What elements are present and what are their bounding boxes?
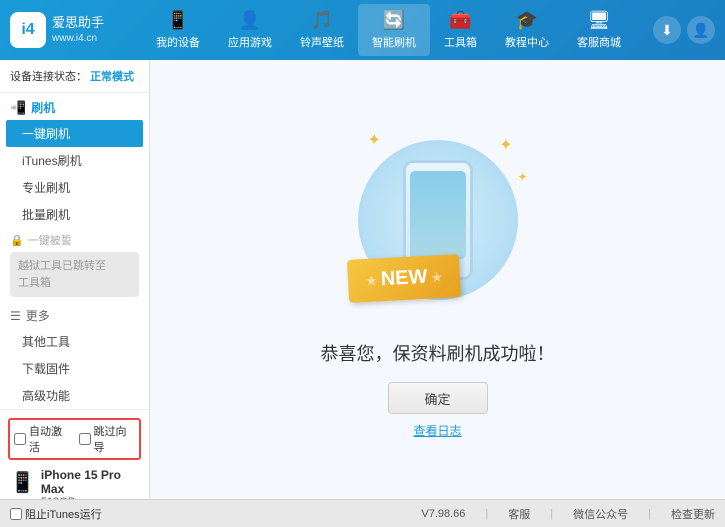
confirm-button[interactable]: 确定 — [388, 382, 488, 414]
nav-tutorial-icon: 🎓 — [516, 10, 538, 31]
logo: i4 爱思助手 www.i4.cn — [10, 12, 104, 48]
flash-section-header: 📲 刷机 — [0, 93, 149, 120]
sidebar-bottom: 自动激活 跳过向导 📱 iPhone 15 Pro Max 512GB iPho… — [0, 409, 149, 499]
header: i4 爱思助手 www.i4.cn 📱 我的设备 👤 应用游戏 🎵 铃声壁纸 🔄… — [0, 0, 725, 60]
status-itunes-label: 阻止iTunes运行 — [25, 506, 102, 522]
sidebar-status: 设备连接状态： 正常模式 — [0, 60, 149, 93]
sparkle-1: ✦ — [368, 130, 381, 150]
sidebar-item-advanced[interactable]: 高级功能 — [0, 382, 149, 409]
status-itunes-input[interactable] — [10, 508, 22, 520]
version: V7.98.66 — [421, 508, 465, 520]
nav-apps-games[interactable]: 👤 应用游戏 — [214, 4, 286, 56]
divider-3: | — [648, 508, 651, 520]
skip-guide-input[interactable] — [79, 433, 91, 445]
nav-my-device-icon: 📱 — [167, 10, 189, 31]
sidebar: 设备连接状态： 正常模式 📲 刷机 一键刷机 iTunes刷机 专业刷机 批量刷… — [0, 60, 150, 499]
auto-activate-input[interactable] — [14, 433, 26, 445]
app-url: www.i4.cn — [52, 32, 104, 45]
nav-flash-icon: 🔄 — [383, 10, 405, 31]
sparkle-2: ✦ — [499, 135, 512, 155]
disabled-text: 一键被誓 — [28, 232, 72, 248]
nav-merchant[interactable]: 🖥 客服商城 — [563, 4, 635, 56]
status-prefix: 设备连接状态： — [10, 71, 87, 83]
skip-guide-checkbox[interactable]: 跳过向导 — [79, 423, 136, 455]
check-update[interactable]: 检查更新 — [671, 506, 715, 522]
new-label: NEW — [380, 266, 428, 291]
nav-smart-flash[interactable]: 🔄 智能刷机 — [358, 4, 430, 56]
device-phone-icon: 📱 — [10, 470, 35, 495]
success-illustration: NEW ✦ ✦ ✦ — [338, 120, 538, 320]
skip-guide-label: 跳过向导 — [94, 423, 136, 455]
nav-my-device-label: 我的设备 — [156, 34, 200, 50]
wechat-public[interactable]: 微信公众号 — [573, 506, 628, 522]
customer-service[interactable]: 客服 — [508, 506, 530, 522]
nav-tutorial[interactable]: 🎓 教程中心 — [491, 4, 563, 56]
more-icon: ☰ — [10, 309, 21, 323]
one-key-flash-label: 一键刷机 — [22, 127, 70, 141]
auto-activate-checkbox[interactable]: 自动激活 — [14, 423, 71, 455]
lock-icon: 🔒 — [10, 234, 24, 247]
nav-ringtone-label: 铃声壁纸 — [300, 34, 344, 50]
nav-merchant-label: 客服商城 — [577, 34, 621, 50]
sidebar-item-pro-flash[interactable]: 专业刷机 — [0, 174, 149, 201]
flash-section-icon: 📲 — [10, 100, 26, 116]
content-area: NEW ✦ ✦ ✦ 恭喜您，保资料刷机成功啦！ 确定 查看日志 — [150, 60, 725, 499]
nav-apps-label: 应用游戏 — [228, 34, 272, 50]
more-section-header: ☰ 更多 — [0, 301, 149, 328]
header-right: ⬇ 👤 — [653, 16, 715, 44]
sidebar-item-download-firmware[interactable]: 下载固件 — [0, 355, 149, 382]
sidebar-item-one-key-flash[interactable]: 一键刷机 — [6, 120, 143, 147]
nav-toolbox-label: 工具箱 — [444, 34, 477, 50]
main-layout: 设备连接状态： 正常模式 📲 刷机 一键刷机 iTunes刷机 专业刷机 批量刷… — [0, 60, 725, 499]
nav-ringtone-icon: 🎵 — [311, 10, 333, 31]
sidebar-item-itunes-flash[interactable]: iTunes刷机 — [0, 147, 149, 174]
checkbox-row: 自动激活 跳过向导 — [8, 418, 141, 460]
app-name: 爱思助手 — [52, 15, 104, 32]
other-tools-label: 其他工具 — [22, 335, 70, 349]
status-bar: 阻止iTunes运行 V7.98.66 | 客服 | 微信公众号 | 检查更新 — [0, 499, 725, 527]
log-link[interactable]: 查看日志 — [413, 422, 461, 439]
disabled-label: 🔒 一键被誓 — [10, 232, 139, 248]
flash-section-label: 刷机 — [31, 99, 55, 116]
success-text: 恭喜您，保资料刷机成功啦！ — [321, 340, 555, 366]
nav-my-device[interactable]: 📱 我的设备 — [142, 4, 214, 56]
itunes-flash-label: iTunes刷机 — [22, 154, 82, 168]
device-info: 📱 iPhone 15 Pro Max 512GB iPhone — [8, 464, 141, 499]
logo-icon: i4 — [10, 12, 46, 48]
nav-apps-icon: 👤 — [239, 10, 261, 31]
disabled-section: 🔒 一键被誓 越狱工具已跳转至工具箱 — [0, 228, 149, 301]
divider-2: | — [550, 508, 553, 520]
nav-toolbox[interactable]: 🧰 工具箱 — [430, 4, 491, 56]
more-label: 更多 — [26, 307, 50, 324]
device-storage: 512GB — [41, 496, 139, 499]
new-banner: NEW — [346, 254, 460, 303]
logo-letter: i4 — [21, 21, 34, 39]
divider-1: | — [485, 508, 488, 520]
advanced-label: 高级功能 — [22, 389, 70, 403]
nav-toolbox-icon: 🧰 — [449, 10, 471, 31]
nav-merchant-icon: 🖥 — [588, 10, 611, 31]
auto-activate-label: 自动激活 — [29, 423, 71, 455]
sidebar-item-batch-flash[interactable]: 批量刷机 — [0, 201, 149, 228]
disabled-notice: 越狱工具已跳转至工具箱 — [10, 252, 139, 297]
phone-screen — [410, 171, 466, 259]
nav-bar: 📱 我的设备 👤 应用游戏 🎵 铃声壁纸 🔄 智能刷机 🧰 工具箱 🎓 教程中心… — [124, 4, 653, 56]
status-itunes-checkbox[interactable]: 阻止iTunes运行 — [10, 506, 102, 522]
status-mode: 正常模式 — [90, 71, 134, 83]
sidebar-item-other-tools[interactable]: 其他工具 — [0, 328, 149, 355]
device-text: iPhone 15 Pro Max 512GB iPhone — [41, 468, 139, 499]
device-name: iPhone 15 Pro Max — [41, 468, 139, 496]
batch-flash-label: 批量刷机 — [22, 208, 70, 222]
pro-flash-label: 专业刷机 — [22, 181, 70, 195]
sparkle-3: ✦ — [517, 170, 527, 184]
nav-tutorial-label: 教程中心 — [505, 34, 549, 50]
user-btn[interactable]: 👤 — [687, 16, 715, 44]
download-btn[interactable]: ⬇ — [653, 16, 681, 44]
nav-ringtone[interactable]: 🎵 铃声壁纸 — [286, 4, 358, 56]
logo-text: 爱思助手 www.i4.cn — [52, 15, 104, 45]
download-firmware-label: 下载固件 — [22, 362, 70, 376]
nav-flash-label: 智能刷机 — [372, 34, 416, 50]
